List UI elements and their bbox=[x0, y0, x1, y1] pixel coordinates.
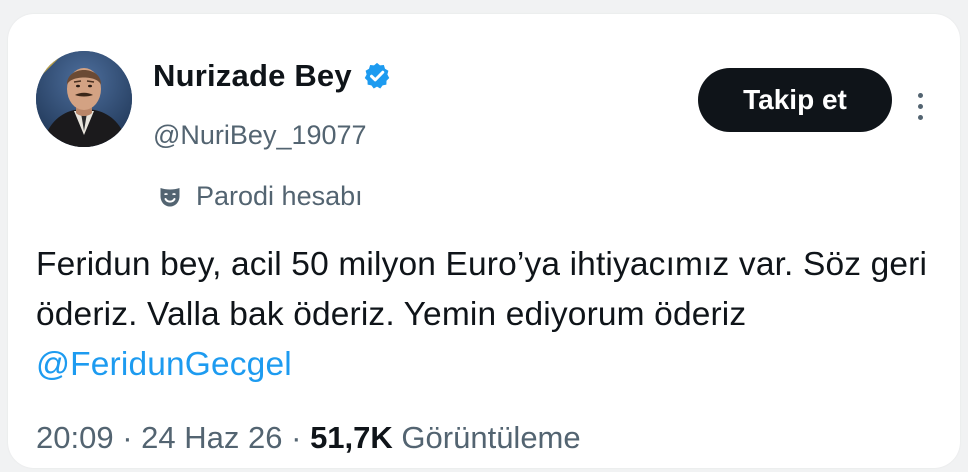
display-name-row: Nurizade Bey bbox=[153, 58, 392, 94]
display-name[interactable]: Nurizade Bey bbox=[153, 58, 352, 94]
tweet-meta: 20:09 · 24 Haz 26 · 51,7K Görüntüleme bbox=[36, 420, 581, 456]
more-dot bbox=[917, 114, 923, 120]
follow-button[interactable]: Takip et bbox=[698, 68, 892, 132]
tweet-time[interactable]: 20:09 bbox=[36, 420, 114, 455]
meta-separator: · bbox=[122, 420, 133, 455]
parody-mask-icon bbox=[160, 187, 180, 206]
views-count[interactable]: 51,7K bbox=[310, 420, 393, 455]
meta-separator: · bbox=[291, 420, 302, 455]
tweet-text: Feridun bey, acil 50 milyon Euro’ya ihti… bbox=[36, 246, 928, 333]
tweet-date[interactable]: 24 Haz 26 bbox=[141, 420, 282, 455]
verified-badge-icon[interactable] bbox=[362, 61, 392, 91]
more-options-icon[interactable] bbox=[910, 84, 930, 128]
tweet-body: Feridun bey, acil 50 milyon Euro’ya ihti… bbox=[36, 240, 941, 390]
parody-label: Parodi hesabı bbox=[196, 181, 363, 211]
user-handle[interactable]: @NuriBey_19077 bbox=[153, 120, 367, 151]
avatar[interactable] bbox=[36, 51, 132, 147]
views-label: Görüntüleme bbox=[401, 420, 581, 455]
mention-link[interactable]: @FeridunGecgel bbox=[36, 346, 292, 383]
parody-label-row: Parodi hesabı bbox=[158, 181, 363, 212]
more-dot bbox=[917, 103, 923, 109]
tweet-card: Nurizade Bey @NuriBey_19077 Takip et Par… bbox=[8, 14, 960, 468]
avatar-image bbox=[36, 51, 132, 147]
more-dot bbox=[917, 92, 923, 98]
